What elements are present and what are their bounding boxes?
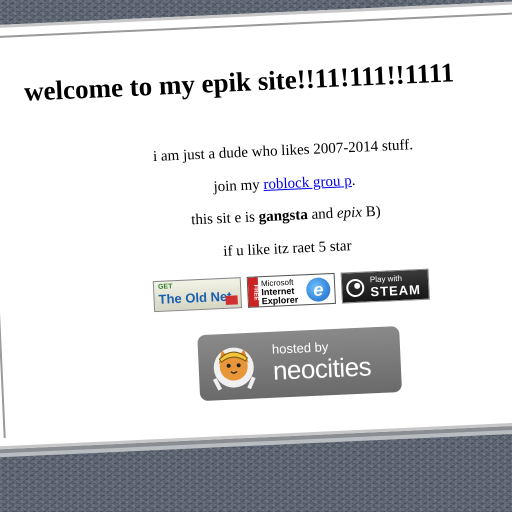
flag-icon bbox=[225, 295, 238, 305]
old-net-get: GET bbox=[157, 283, 173, 291]
gangsta-c: B) bbox=[361, 203, 382, 221]
join-prefix: join my bbox=[213, 177, 264, 196]
neocities-badge[interactable]: hosted by neocities bbox=[197, 326, 403, 402]
gangsta-a: this sit e is bbox=[190, 209, 260, 229]
gangsta-b: and bbox=[307, 205, 338, 224]
steam-logo-icon bbox=[345, 278, 365, 298]
ie-badge[interactable]: FREE Microsoft Internet Explorer e bbox=[246, 272, 336, 308]
ie-text: Microsoft Internet Explorer bbox=[261, 278, 299, 307]
neocities-label: neocities bbox=[272, 351, 372, 386]
steam-badge[interactable]: Play with STEAM bbox=[340, 268, 430, 304]
neocities-cat-icon bbox=[212, 347, 256, 391]
ie-free: FREE bbox=[247, 277, 260, 308]
gangsta-italic: epix bbox=[336, 204, 363, 222]
join-suffix: . bbox=[351, 172, 356, 190]
old-net-name: The Old Net bbox=[158, 288, 232, 307]
ie-logo-icon: e bbox=[305, 277, 331, 303]
old-net-badge[interactable]: GET The Old Net bbox=[152, 277, 243, 313]
group-link[interactable]: roblock grou p bbox=[263, 173, 352, 193]
gangsta-bold: gangsta bbox=[258, 207, 309, 226]
ie-l3: Explorer bbox=[261, 294, 299, 307]
page-card: welcome to my epik site!!11!111!!1111 i … bbox=[0, 0, 512, 450]
steam-name: STEAM bbox=[370, 282, 422, 300]
